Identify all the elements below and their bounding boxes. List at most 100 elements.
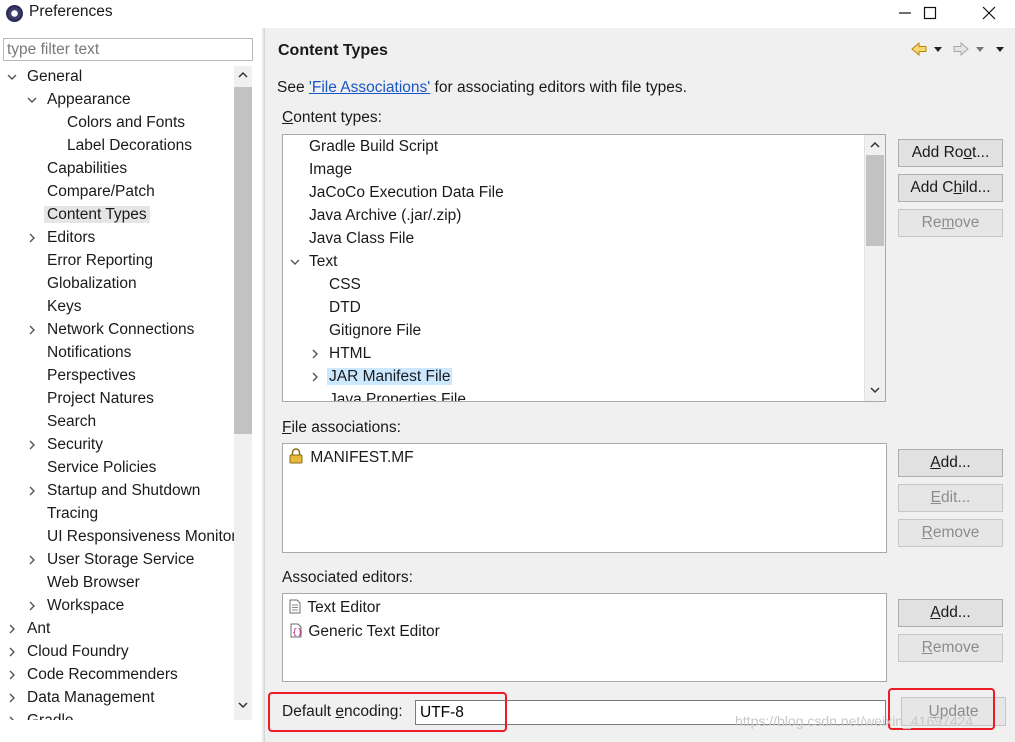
- page-description: See 'File Associations' for associating …: [277, 79, 687, 97]
- tree-item-label: Editors: [47, 229, 96, 246]
- list-item[interactable]: {} Generic Text Editor: [289, 620, 440, 643]
- tree-item-general[interactable]: General: [7, 66, 85, 88]
- content-type-item[interactable]: Gitignore File: [327, 319, 423, 342]
- expand-toggle[interactable]: [4, 66, 20, 88]
- edit-file-association-button[interactable]: Edit...: [898, 484, 1003, 512]
- scroll-up-button[interactable]: [236, 68, 250, 82]
- content-type-item[interactable]: HTML: [312, 342, 373, 365]
- ct-scroll-down-button[interactable]: [868, 383, 882, 397]
- tree-item-appearance[interactable]: Appearance: [27, 89, 134, 111]
- tree-item-search[interactable]: Search: [44, 411, 99, 433]
- tree-item-tracing[interactable]: Tracing: [44, 503, 101, 525]
- tree-item-cloud-foundry[interactable]: Cloud Foundry: [9, 641, 132, 663]
- expand-toggle[interactable]: [24, 595, 40, 617]
- tree-item-label: Security: [47, 436, 103, 453]
- content-type-item[interactable]: Image: [307, 158, 354, 181]
- list-item-label: Generic Text Editor: [308, 623, 440, 640]
- tree-item-content-types[interactable]: Content Types: [44, 204, 150, 226]
- filter-input[interactable]: [3, 38, 253, 61]
- tree-item-perspectives[interactable]: Perspectives: [44, 365, 139, 387]
- tree-item-security[interactable]: Security: [29, 434, 106, 456]
- content-type-item[interactable]: Java Class File: [307, 227, 416, 250]
- content-type-item[interactable]: DTD: [327, 296, 363, 319]
- chevron-right-icon: [9, 624, 15, 634]
- tree-item-ui-responsiveness-monitoring[interactable]: UI Responsiveness Monitoring: [44, 526, 234, 548]
- expand-toggle[interactable]: [4, 618, 20, 640]
- tree-item-web-browser[interactable]: Web Browser: [44, 572, 143, 594]
- add-file-association-button[interactable]: Add...: [898, 449, 1003, 477]
- expand-toggle[interactable]: [4, 641, 20, 663]
- expand-toggle[interactable]: [4, 664, 20, 686]
- tree-item-label-decorations[interactable]: Label Decorations: [64, 135, 195, 157]
- back-button[interactable]: [910, 40, 944, 58]
- add-editor-button[interactable]: Add...: [898, 599, 1003, 627]
- preferences-tree: General Appearance Colors and Fonts Label D…: [0, 66, 234, 720]
- tree-item-keys[interactable]: Keys: [44, 296, 84, 318]
- expand-toggle[interactable]: [4, 687, 20, 709]
- expand-toggle[interactable]: [307, 342, 323, 365]
- expand-toggle[interactable]: [24, 549, 40, 571]
- file-associations-link[interactable]: 'File Associations': [309, 79, 430, 96]
- mnemonic: R: [921, 639, 933, 656]
- close-icon: [982, 6, 996, 20]
- chevron-right-icon: [9, 647, 15, 657]
- tree-item-editors[interactable]: Editors: [29, 227, 98, 249]
- close-window-button[interactable]: [969, 0, 1009, 26]
- remove-file-association-button[interactable]: Remove: [898, 519, 1003, 547]
- tree-item-network-connections[interactable]: Network Connections: [29, 319, 197, 341]
- content-types-scrollbar-thumb[interactable]: [866, 155, 884, 246]
- expand-toggle[interactable]: [24, 434, 40, 456]
- expand-toggle[interactable]: [24, 227, 40, 249]
- tree-item-workspace[interactable]: Workspace: [29, 595, 127, 617]
- remove-content-type-button[interactable]: Re m ove: [898, 209, 1003, 237]
- list-item[interactable]: MANIFEST.MF: [289, 446, 414, 469]
- associated-editors-list[interactable]: Text Editor {} Generic Text Editor: [282, 593, 887, 682]
- list-item[interactable]: Text Editor: [289, 596, 381, 619]
- remove-editor-button[interactable]: Remove: [898, 634, 1003, 662]
- ct-scroll-up-button[interactable]: [868, 138, 882, 152]
- scroll-down-button[interactable]: [236, 698, 250, 712]
- tree-item-label: Colors and Fonts: [67, 114, 186, 131]
- content-type-item[interactable]: Gradle Build Script: [307, 135, 440, 158]
- view-menu-button[interactable]: [993, 40, 1009, 58]
- expand-toggle[interactable]: [287, 250, 303, 273]
- tree-scrollbar-thumb[interactable]: [234, 87, 252, 434]
- tree-item-label: Content Types: [44, 206, 150, 223]
- add-child-button[interactable]: Add Ch ild...: [898, 174, 1003, 202]
- content-type-item[interactable]: Java Archive (.jar/.zip): [307, 204, 463, 227]
- content-type-item[interactable]: CSS: [327, 273, 363, 296]
- maximize-button[interactable]: [910, 0, 950, 26]
- tree-item-gradle[interactable]: Gradle: [9, 710, 77, 720]
- chevron-right-icon: [29, 486, 35, 496]
- expand-toggle[interactable]: [307, 365, 323, 388]
- expand-toggle[interactable]: [24, 319, 40, 341]
- content-types-tree[interactable]: Gradle Build Script Image JaCoCo Execution…: [282, 134, 886, 402]
- content-type-item[interactable]: Java Properties File: [327, 388, 468, 401]
- add-root-button[interactable]: Add Ro o t...: [898, 139, 1003, 167]
- tree-item-user-storage-service[interactable]: User Storage Service: [29, 549, 197, 571]
- chevron-down-icon: [27, 97, 37, 103]
- tree-item-capabilities[interactable]: Capabilities: [44, 158, 130, 180]
- tree-item-data-management[interactable]: Data Management: [9, 687, 158, 709]
- expand-toggle[interactable]: [4, 710, 20, 720]
- tree-item-colors-and-fonts[interactable]: Colors and Fonts: [64, 112, 188, 134]
- file-associations-list[interactable]: MANIFEST.MF: [282, 443, 887, 553]
- content-type-item[interactable]: Text: [290, 250, 339, 273]
- tree-item-compare-patch[interactable]: Compare/Patch: [44, 181, 158, 203]
- expand-toggle[interactable]: [24, 480, 40, 502]
- expand-toggle[interactable]: [24, 89, 40, 111]
- tree-item-ant[interactable]: Ant: [9, 618, 53, 640]
- tree-item-error-reporting[interactable]: Error Reporting: [44, 250, 156, 272]
- tree-item-globalization[interactable]: Globalization: [44, 273, 140, 295]
- content-type-item[interactable]: JaCoCo Execution Data File: [307, 181, 506, 204]
- tree-item-startup-and-shutdown[interactable]: Startup and Shutdown: [29, 480, 203, 502]
- tree-item-notifications[interactable]: Notifications: [44, 342, 134, 364]
- window-title: Preferences: [29, 3, 113, 20]
- tree-item-code-recommenders[interactable]: Code Recommenders: [9, 664, 181, 686]
- chevron-right-icon: [29, 233, 35, 243]
- tree-item-project-natures[interactable]: Project Natures: [44, 388, 157, 410]
- content-type-item[interactable]: JAR Manifest File: [312, 365, 453, 388]
- forward-button[interactable]: [952, 40, 986, 58]
- tree-item-service-policies[interactable]: Service Policies: [44, 457, 159, 479]
- content-type-label: DTD: [329, 299, 361, 316]
